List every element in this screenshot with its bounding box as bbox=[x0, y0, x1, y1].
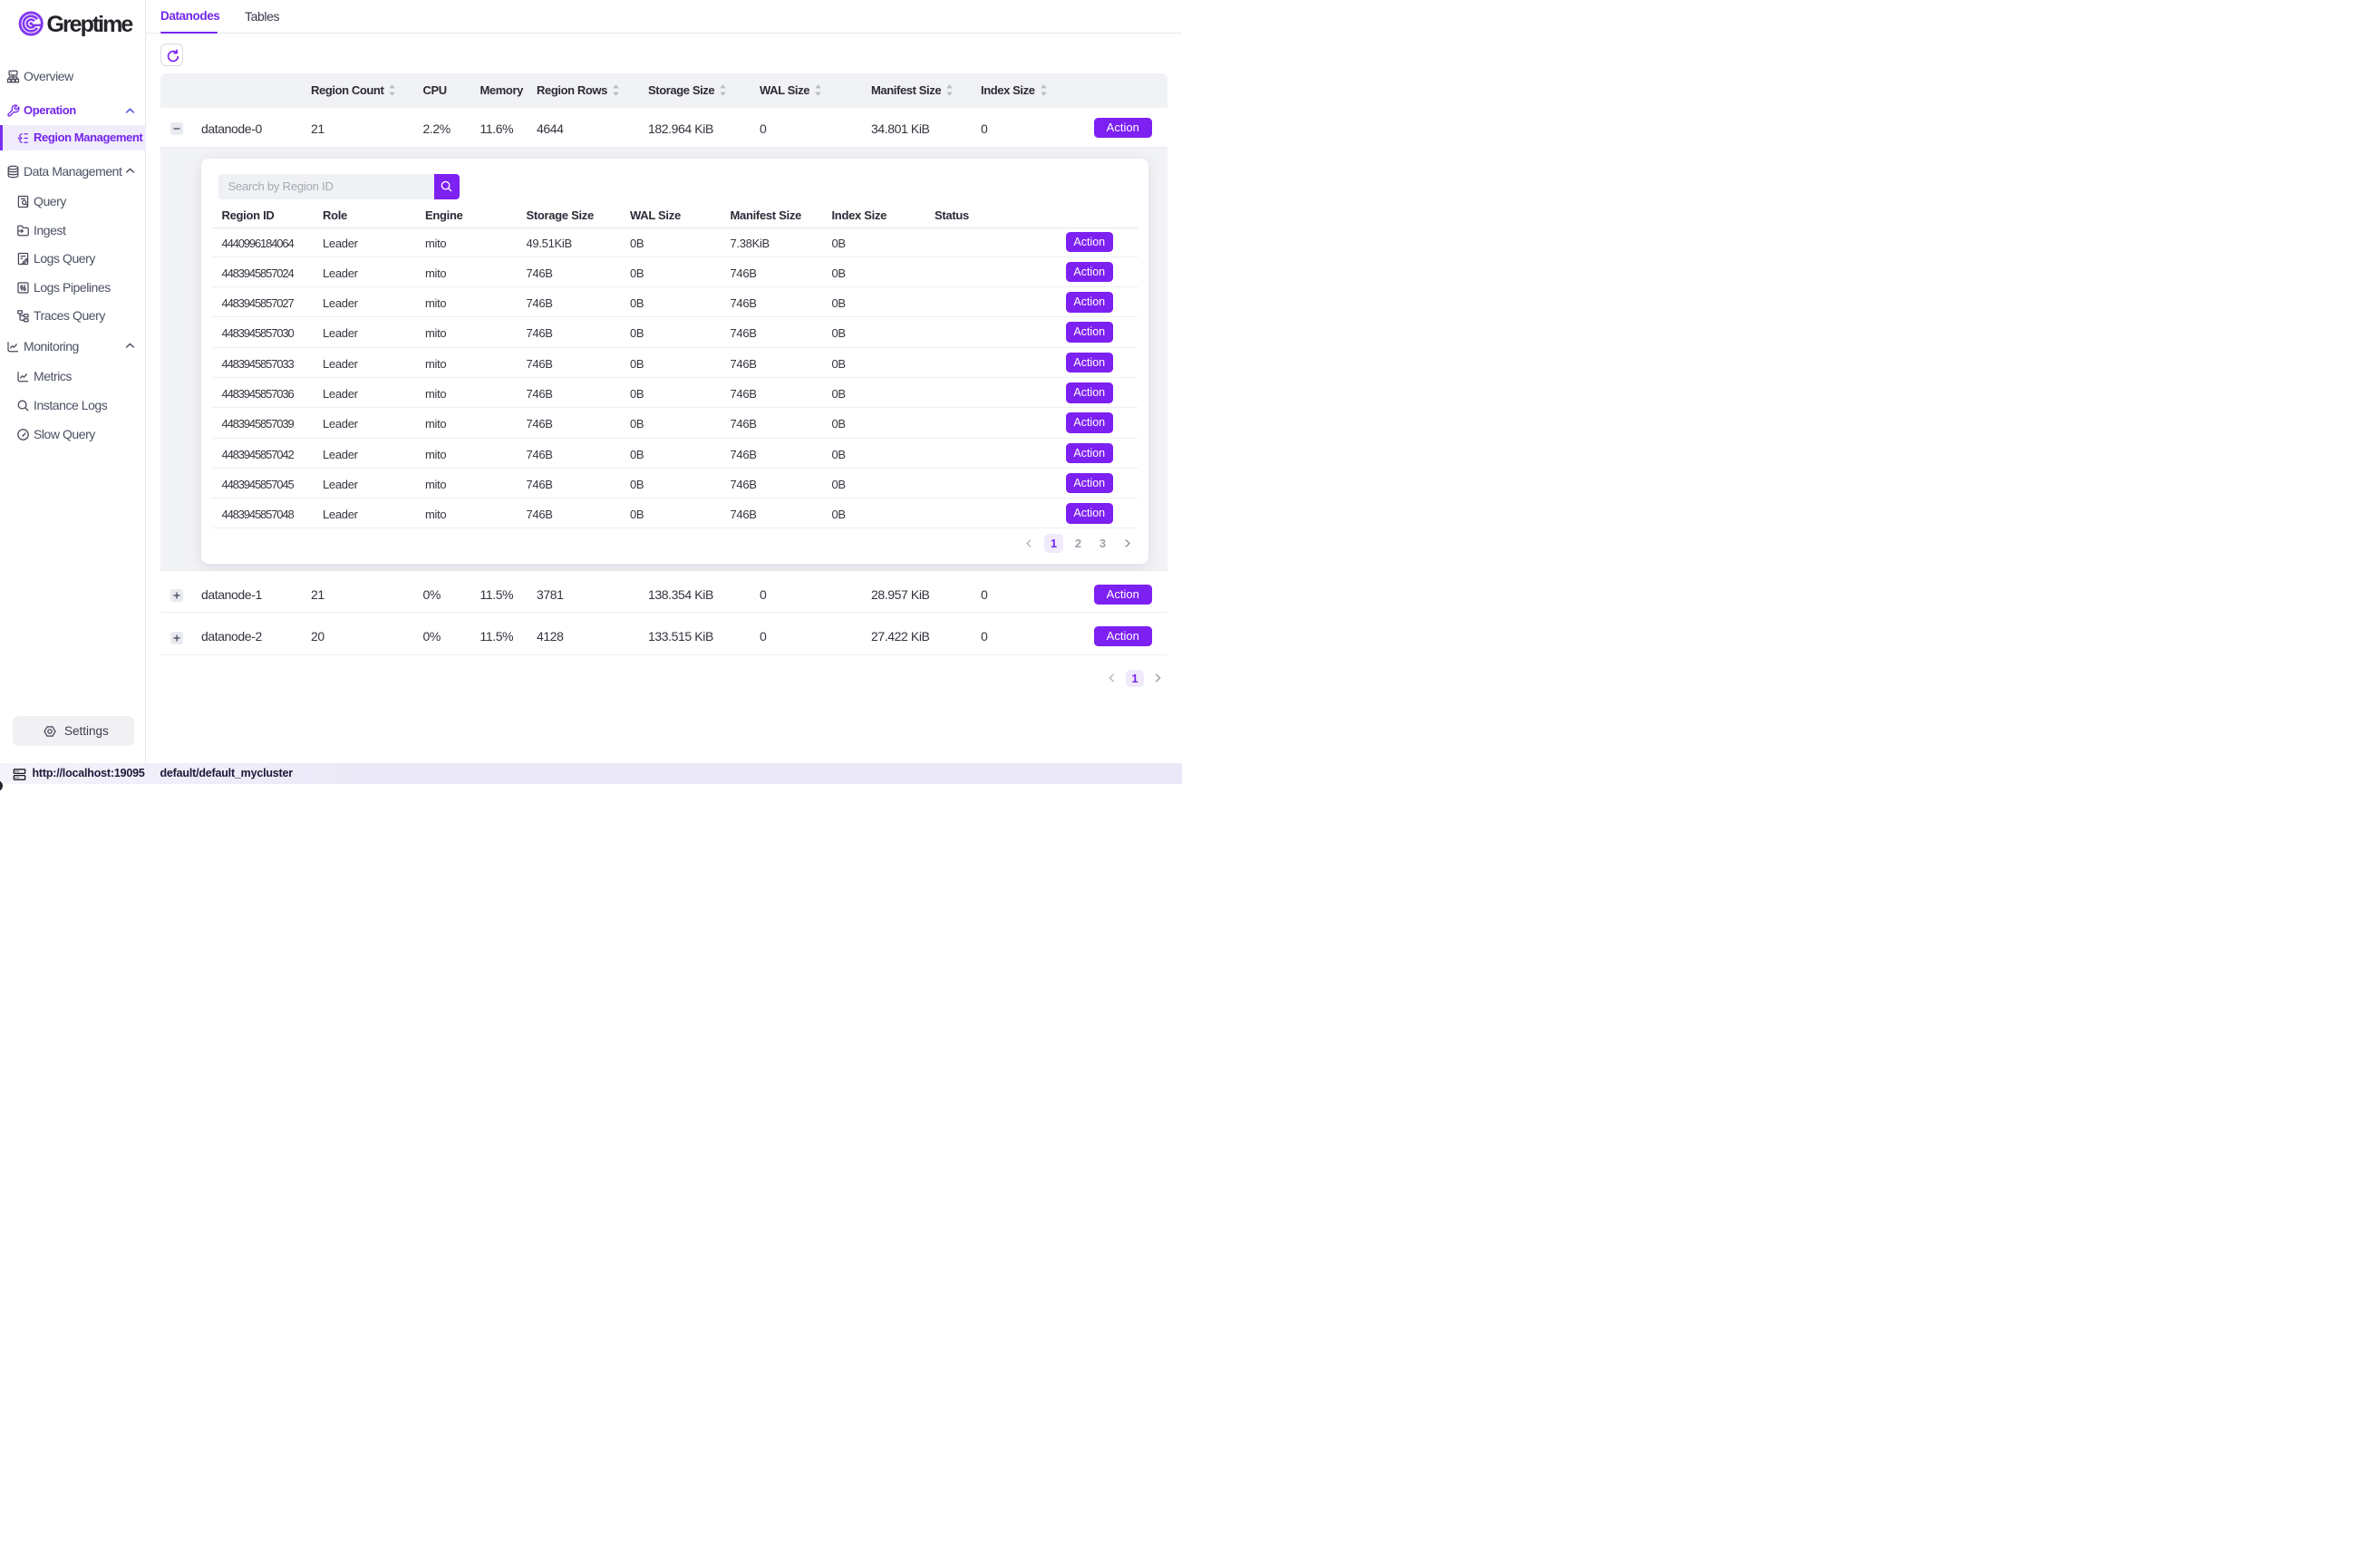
svg-text:Greptime: Greptime bbox=[47, 12, 134, 37]
